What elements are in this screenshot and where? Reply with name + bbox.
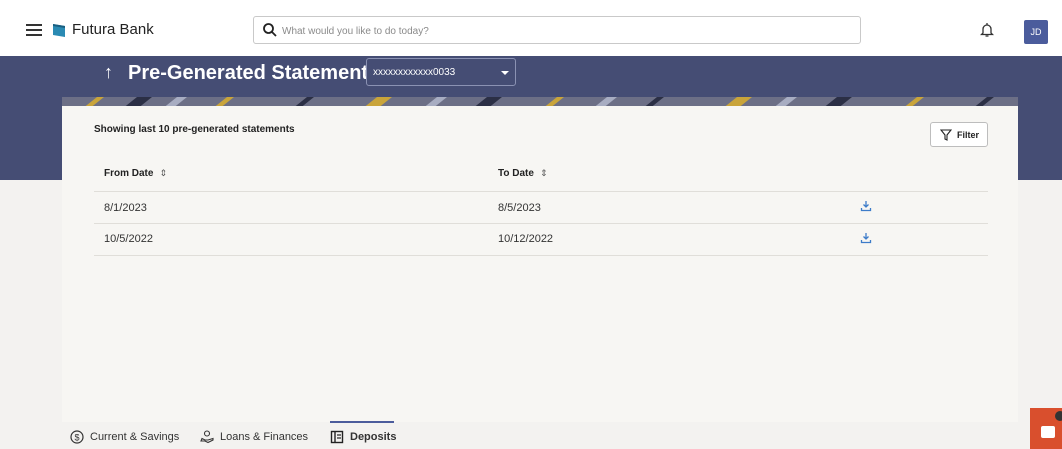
- column-header-from-date[interactable]: From Date ⇕: [104, 168, 167, 179]
- sort-icon: ⇕: [159, 168, 167, 178]
- row-divider: [94, 191, 988, 192]
- brand-name[interactable]: Futura Bank: [72, 21, 154, 38]
- row-2-to-date: 10/12/2022: [498, 233, 554, 245]
- chat-badge: [1055, 411, 1062, 421]
- download-icon[interactable]: [860, 232, 872, 244]
- column-label-to: To Date: [498, 168, 534, 179]
- tab-label: Loans & Finances: [220, 430, 309, 443]
- download-icon[interactable]: [860, 200, 872, 212]
- bank-logo-icon: [53, 24, 65, 37]
- column-header-to-date[interactable]: To Date ⇕: [498, 168, 547, 179]
- page-title: Pre-Generated Statement: [128, 62, 369, 84]
- search-input[interactable]: [282, 21, 842, 41]
- account-number: xxxxxxxxxxxx0033: [373, 67, 456, 78]
- chat-button[interactable]: [1030, 408, 1062, 449]
- sort-icon: ⇕: [539, 168, 548, 178]
- user-avatar[interactable]: JD: [1024, 20, 1048, 44]
- row-divider: [94, 255, 988, 256]
- tab-current-savings[interactable]: $ Current & Savings: [70, 430, 179, 444]
- statements-summary: Showing last 10 pre-generated statements: [94, 124, 295, 135]
- chevron-down-icon: [501, 71, 509, 75]
- search-bar[interactable]: [253, 16, 861, 44]
- row-2-from-date: 10/5/2022: [104, 233, 153, 245]
- account-selector[interactable]: xxxxxxxxxxxx0033: [366, 58, 516, 86]
- deposit-icon: [330, 430, 344, 444]
- statements-card: [62, 106, 1018, 422]
- loan-hand-icon: [200, 430, 214, 444]
- header-band-left: [0, 56, 62, 180]
- top-navigation-bar: Futura Bank JD: [0, 0, 1062, 56]
- menu-icon[interactable]: [26, 24, 42, 36]
- filter-button[interactable]: Filter: [930, 122, 988, 147]
- chat-icon: [1041, 426, 1055, 438]
- svg-text:$: $: [74, 433, 79, 443]
- tab-deposits[interactable]: Deposits: [330, 430, 396, 444]
- row-1-to-date: 8/5/2023: [498, 202, 541, 214]
- dollar-circle-icon: $: [70, 430, 84, 444]
- column-label-from: From Date: [104, 168, 154, 179]
- tab-loans-finances[interactable]: Loans & Finances: [200, 430, 308, 444]
- filter-label: Filter: [957, 130, 980, 140]
- tab-label: Current & Savings: [90, 430, 180, 443]
- row-1-from-date: 8/1/2023: [104, 202, 147, 214]
- row-divider: [94, 223, 988, 224]
- header-band-right: [1018, 56, 1062, 180]
- filter-icon: [940, 129, 952, 141]
- search-icon: [263, 23, 277, 37]
- tab-label: Deposits: [350, 430, 397, 443]
- active-tab-indicator: [330, 421, 394, 423]
- notification-bell-icon[interactable]: [980, 22, 994, 38]
- back-button[interactable]: ↑: [104, 62, 113, 83]
